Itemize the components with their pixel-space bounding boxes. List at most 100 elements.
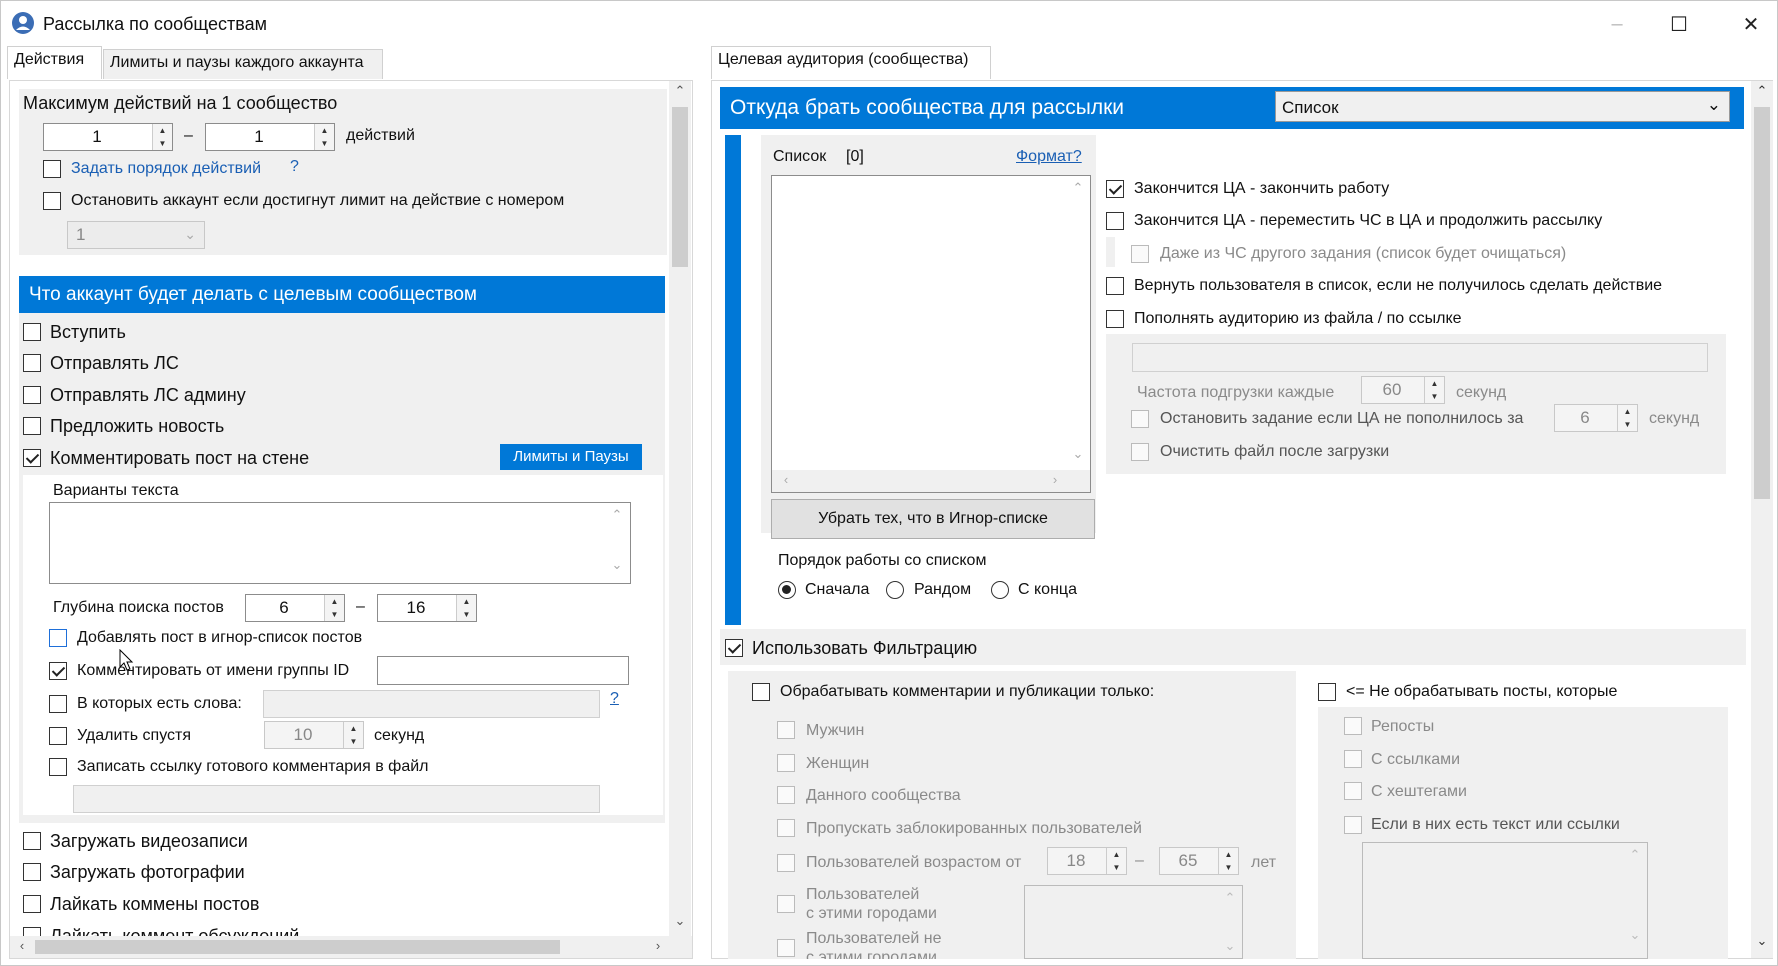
max-from-stepper[interactable]: 1 ▲ ▼ xyxy=(43,123,173,151)
right-vertical-scrollbar[interactable]: ⌃ ⌄ xyxy=(1751,81,1773,958)
move-bl-checkbox[interactable] xyxy=(1106,212,1124,230)
format-link[interactable]: Формат? xyxy=(1016,148,1082,166)
limits-pauses-button[interactable]: Лимиты и Паузы xyxy=(500,444,642,470)
order-end-radio[interactable] xyxy=(991,581,1009,599)
women-checkbox[interactable] xyxy=(777,754,795,772)
source-select[interactable]: Список ⌄ xyxy=(1275,91,1730,122)
scroll-up-icon[interactable]: ⌃ xyxy=(1625,847,1645,863)
minimize-button[interactable]: – xyxy=(1594,7,1640,41)
set-order-link[interactable]: Задать порядок действий xyxy=(71,160,261,178)
left-vertical-scrollbar[interactable]: ⌃ ⌄ xyxy=(669,81,691,936)
depth-from-stepper[interactable]: 6 ▲ ▼ xyxy=(245,594,345,622)
stepper-arrows-icon[interactable]: ▲ ▼ xyxy=(1218,848,1238,874)
scroll-thumb[interactable] xyxy=(35,940,560,954)
stepper-arrows-icon[interactable]: ▲ ▼ xyxy=(1424,377,1444,403)
stepper-arrows-icon[interactable]: ▲ ▼ xyxy=(343,722,363,748)
stepper-arrows-icon[interactable]: ▲ ▼ xyxy=(314,124,334,150)
scroll-left-icon[interactable]: ‹ xyxy=(776,472,796,487)
with-links-checkbox[interactable] xyxy=(1344,750,1362,768)
left-horizontal-scrollbar[interactable]: ‹ › xyxy=(10,936,692,958)
set-order-checkbox[interactable] xyxy=(43,160,61,178)
end-ca-checkbox[interactable] xyxy=(1106,180,1124,198)
scroll-up-icon[interactable]: ⌃ xyxy=(607,507,627,523)
upload-photo-checkbox[interactable] xyxy=(23,863,41,881)
scroll-left-icon[interactable]: ‹ xyxy=(12,938,32,953)
scroll-right-icon[interactable]: › xyxy=(648,938,668,953)
with-text-checkbox[interactable] xyxy=(1344,816,1362,834)
delete-after-stepper[interactable]: 10 ▲ ▼ xyxy=(264,721,364,749)
cities-checkbox[interactable] xyxy=(777,895,795,913)
upload-video-checkbox[interactable] xyxy=(23,832,41,850)
with-hashtags-checkbox[interactable] xyxy=(1344,782,1362,800)
close-button[interactable]: ✕ xyxy=(1728,7,1774,41)
like-discussions-checkbox[interactable] xyxy=(23,927,41,936)
save-link-path-input[interactable] xyxy=(73,785,600,813)
stop-task-checkbox[interactable] xyxy=(1131,410,1149,428)
comment-group-checkbox[interactable] xyxy=(49,662,67,680)
scroll-up-icon[interactable]: ⌃ xyxy=(1752,83,1772,99)
scroll-thumb[interactable] xyxy=(1754,107,1770,499)
stop-task-stepper[interactable]: 6 ▲ ▼ xyxy=(1554,404,1638,432)
cities-textarea[interactable]: ⌃ ⌄ xyxy=(1024,885,1243,959)
remove-ignore-button[interactable]: Убрать тех, что в Игнор-списке xyxy=(771,499,1095,539)
stop-account-checkbox[interactable] xyxy=(43,192,61,210)
scroll-down-icon[interactable]: ⌄ xyxy=(670,913,690,929)
tab-target-audience[interactable]: Целевая аудитория (сообщества) xyxy=(711,46,991,79)
process-only-checkbox[interactable] xyxy=(752,683,770,701)
scroll-down-icon[interactable]: ⌄ xyxy=(1068,446,1088,462)
scroll-up-icon[interactable]: ⌃ xyxy=(1220,890,1240,906)
clear-file-checkbox[interactable] xyxy=(1131,443,1149,461)
with-text-textarea[interactable]: ⌃ ⌄ xyxy=(1362,842,1648,959)
scroll-up-icon[interactable]: ⌃ xyxy=(1068,180,1088,196)
men-checkbox[interactable] xyxy=(777,721,795,739)
age-to-stepper[interactable]: 65 ▲ ▼ xyxy=(1159,847,1239,875)
tab-limits[interactable]: Лимиты и паузы каждого аккаунта xyxy=(103,49,383,79)
suggest-news-checkbox[interactable] xyxy=(23,417,41,435)
text-variants-input[interactable]: ⌃ ⌄ xyxy=(49,502,631,584)
return-user-checkbox[interactable] xyxy=(1106,277,1124,295)
send-pm-admin-checkbox[interactable] xyxy=(23,386,41,404)
comment-wall-checkbox[interactable] xyxy=(23,449,41,467)
tab-actions[interactable]: Действия xyxy=(7,46,102,79)
dont-process-checkbox[interactable] xyxy=(1318,683,1336,701)
use-filter-checkbox[interactable] xyxy=(725,639,743,657)
age-checkbox[interactable] xyxy=(777,854,795,872)
reposts-checkbox[interactable] xyxy=(1344,717,1362,735)
words-input[interactable] xyxy=(263,690,600,718)
group-id-input[interactable] xyxy=(377,656,629,685)
add-ignore-checkbox[interactable] xyxy=(49,629,67,647)
list-textarea[interactable]: ⌃ ⌄ ‹ › xyxy=(771,175,1091,493)
set-order-help[interactable]: ? xyxy=(290,158,299,176)
order-random-radio[interactable] xyxy=(886,581,904,599)
scroll-thumb[interactable] xyxy=(672,107,688,267)
scroll-down-icon[interactable]: ⌄ xyxy=(1220,938,1240,954)
stepper-arrows-icon[interactable]: ▲ ▼ xyxy=(1617,405,1637,431)
stepper-arrows-icon[interactable]: ▲ ▼ xyxy=(324,595,344,621)
stepper-arrows-icon[interactable]: ▲ ▼ xyxy=(456,595,476,621)
scroll-up-icon[interactable]: ⌃ xyxy=(670,83,690,99)
scroll-down-icon[interactable]: ⌄ xyxy=(607,557,627,573)
stop-number-select[interactable]: 1 ⌄ xyxy=(67,221,205,249)
this-community-checkbox[interactable] xyxy=(777,786,795,804)
like-comments-checkbox[interactable] xyxy=(23,895,41,913)
words-help[interactable]: ? xyxy=(610,690,619,708)
refill-checkbox[interactable] xyxy=(1106,310,1124,328)
delete-after-checkbox[interactable] xyxy=(49,727,67,745)
join-checkbox[interactable] xyxy=(23,323,41,341)
scroll-right-icon[interactable]: › xyxy=(1045,472,1065,487)
with-words-checkbox[interactable] xyxy=(49,695,67,713)
refill-source-input[interactable] xyxy=(1132,343,1708,372)
save-link-checkbox[interactable] xyxy=(49,758,67,776)
scroll-down-icon[interactable]: ⌄ xyxy=(1625,927,1645,943)
maximize-button[interactable]: ☐ xyxy=(1656,7,1702,41)
not-cities-checkbox[interactable] xyxy=(777,939,795,957)
other-bl-checkbox[interactable] xyxy=(1131,245,1149,263)
stepper-arrows-icon[interactable]: ▲ ▼ xyxy=(1106,848,1126,874)
list-hscroll[interactable]: ‹ › xyxy=(772,470,1090,492)
send-pm-checkbox[interactable] xyxy=(23,354,41,372)
scroll-down-icon[interactable]: ⌄ xyxy=(1752,933,1772,949)
depth-to-stepper[interactable]: 16 ▲ ▼ xyxy=(377,594,477,622)
age-from-stepper[interactable]: 18 ▲ ▼ xyxy=(1047,847,1127,875)
order-first-radio[interactable] xyxy=(778,581,796,599)
max-to-stepper[interactable]: 1 ▲ ▼ xyxy=(205,123,335,151)
